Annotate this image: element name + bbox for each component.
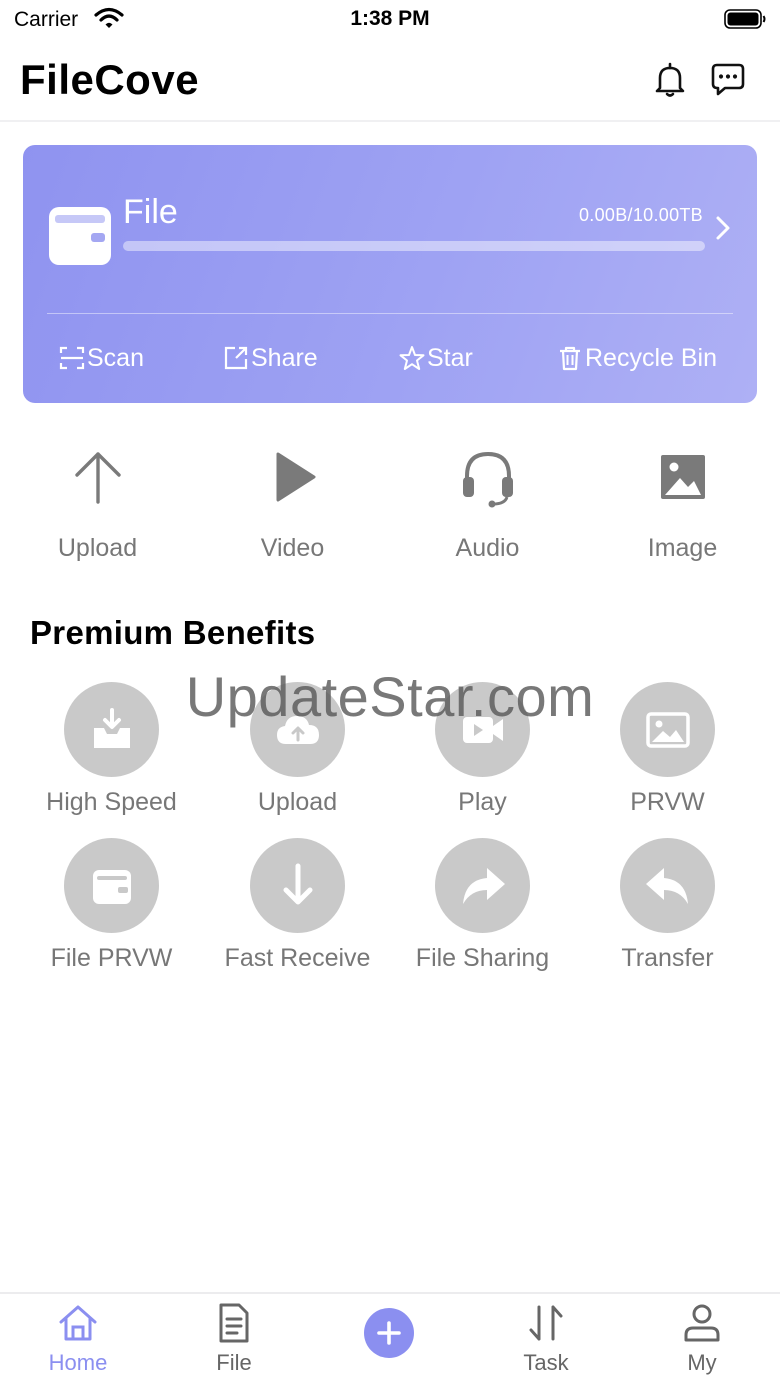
storage-card[interactable]: File 0.00B/10.00TB Scan Share Star Recyc… bbox=[23, 145, 757, 403]
tab-my[interactable]: My bbox=[624, 1298, 780, 1386]
upload-arrow-icon bbox=[74, 452, 121, 504]
tab-home-label: Home bbox=[48, 1350, 108, 1375]
person-icon bbox=[684, 1304, 720, 1342]
app-header: FileCove bbox=[0, 40, 780, 122]
benefit-transfer[interactable]: Transfer bbox=[570, 838, 765, 988]
benefit-file-sharing[interactable]: File Sharing bbox=[385, 838, 580, 988]
premium-benefits-title: Premium Benefits bbox=[30, 614, 316, 651]
recycle-bin-label: Recycle Bin bbox=[585, 343, 717, 372]
benefit-fast-receive[interactable]: Fast Receive bbox=[200, 838, 395, 988]
benefit-circle bbox=[435, 838, 530, 933]
image-label: Image bbox=[647, 534, 718, 562]
share-button[interactable]: Share bbox=[223, 341, 318, 375]
benefit-label: PRVW bbox=[630, 788, 705, 816]
document-icon bbox=[219, 1303, 249, 1343]
share-label: Share bbox=[251, 343, 318, 372]
benefit-label: Transfer bbox=[621, 944, 714, 972]
plus-icon bbox=[377, 1321, 401, 1345]
benefit-label: High Speed bbox=[46, 788, 177, 816]
scan-label: Scan bbox=[87, 343, 144, 372]
storage-progress-bar bbox=[123, 241, 705, 251]
add-button[interactable] bbox=[364, 1308, 414, 1358]
transfer-arrows-icon bbox=[529, 1305, 563, 1341]
scan-button[interactable]: Scan bbox=[59, 341, 144, 375]
tab-my-label: My bbox=[687, 1350, 717, 1375]
image-quick-action[interactable]: Image bbox=[585, 446, 780, 576]
storage-title: File bbox=[123, 193, 178, 231]
card-divider bbox=[47, 313, 733, 314]
status-time: 1:38 PM bbox=[350, 7, 430, 30]
wallet-folder-icon bbox=[49, 207, 111, 265]
tab-task[interactable]: Task bbox=[468, 1298, 624, 1386]
benefit-label: File Sharing bbox=[415, 944, 550, 972]
tab-file[interactable]: File bbox=[156, 1298, 312, 1386]
storage-usage: 0.00B/10.00TB bbox=[579, 205, 703, 225]
tab-file-label: File bbox=[216, 1350, 252, 1375]
status-bar: Carrier 1:38 PM bbox=[0, 0, 780, 40]
chat-bubble-icon[interactable] bbox=[708, 60, 748, 100]
headset-icon bbox=[462, 451, 513, 508]
bottom-tab-bar: Home File Task My bbox=[0, 1292, 780, 1387]
audio-label: Audio bbox=[455, 534, 520, 562]
scan-icon bbox=[59, 346, 85, 370]
app-title: FileCove bbox=[20, 56, 200, 103]
trash-icon bbox=[560, 346, 580, 371]
watermark-text: UpdateStar.com bbox=[185, 665, 595, 728]
benefit-label: Fast Receive bbox=[224, 944, 371, 972]
wallet-icon bbox=[92, 869, 131, 904]
recycle-bin-button[interactable]: Recycle Bin bbox=[557, 341, 717, 375]
image-icon bbox=[660, 455, 705, 499]
upload-quick-action[interactable]: Upload bbox=[0, 446, 195, 576]
star-icon bbox=[399, 346, 425, 370]
forward-icon bbox=[462, 867, 505, 904]
star-label: Star bbox=[427, 343, 473, 372]
bell-icon[interactable] bbox=[650, 60, 690, 100]
reply-icon bbox=[645, 867, 688, 904]
benefit-label: File PRVW bbox=[50, 944, 173, 972]
benefit-file-prvw[interactable]: File PRVW bbox=[14, 838, 209, 988]
arrow-down-icon bbox=[283, 863, 312, 904]
home-icon bbox=[59, 1305, 97, 1341]
audio-quick-action[interactable]: Audio bbox=[390, 446, 585, 576]
benefit-label: Upload bbox=[257, 788, 338, 816]
star-button[interactable]: Star bbox=[399, 341, 473, 375]
share-icon bbox=[224, 346, 248, 370]
benefit-label: Play bbox=[458, 788, 507, 816]
upload-label: Upload bbox=[57, 534, 138, 562]
chevron-right-icon[interactable] bbox=[711, 213, 735, 243]
tab-task-label: Task bbox=[523, 1350, 569, 1375]
video-quick-action[interactable]: Video bbox=[195, 446, 390, 576]
tab-home[interactable]: Home bbox=[0, 1298, 156, 1386]
video-label: Video bbox=[260, 534, 325, 562]
benefit-circle bbox=[620, 838, 715, 933]
benefit-circle bbox=[250, 838, 345, 933]
benefit-circle bbox=[64, 838, 159, 933]
battery-icon bbox=[724, 9, 766, 29]
play-icon bbox=[276, 452, 315, 502]
